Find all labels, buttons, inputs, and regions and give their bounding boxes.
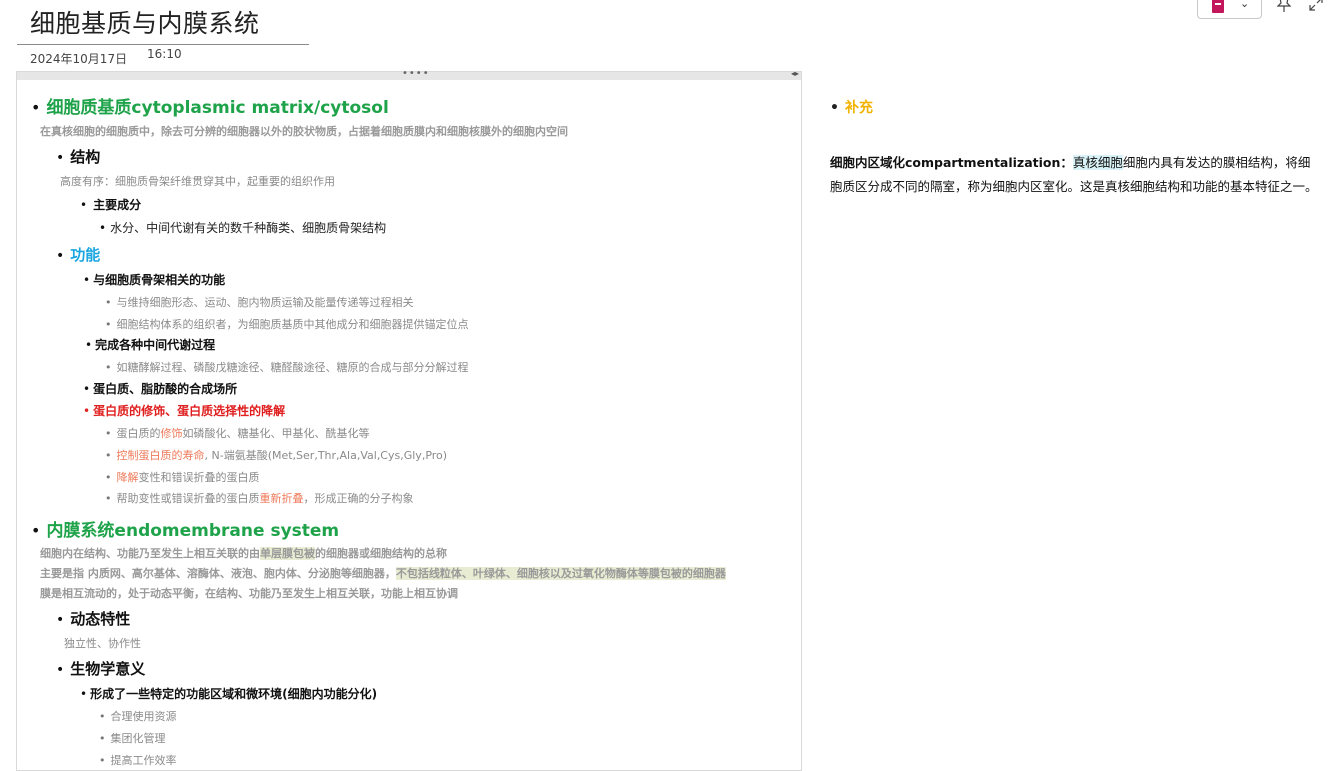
outline-func-synthesis[interactable]: • 蛋白质、脂肪酸的合成场所 (83, 380, 237, 397)
dynamic-description[interactable]: 独立性、协作性 (64, 635, 141, 651)
micro-item-2[interactable]: • 集团化管理 (99, 730, 166, 746)
side-paragraph[interactable]: 细胞内区域化compartmentalization：真核细胞细胞内具有发达的膜… (830, 151, 1320, 199)
side-term: 细胞内区域化compartmentalization： (830, 155, 1073, 170)
drag-grip-icon[interactable]: •••• (402, 68, 430, 79)
endo-description-1[interactable]: 细胞内在结构、功能乃至发生上相互关联的由单层膜包被的细胞器或细胞结构的总称 (40, 545, 447, 561)
side-highlight: 真核细胞 (1072, 155, 1123, 170)
outline-func-cytoskeleton[interactable]: • 与细胞质骨架相关的功能 (83, 271, 225, 288)
notebook-switcher-button[interactable]: ⌄ (1197, 0, 1262, 19)
expand-icon[interactable] (1309, 0, 1323, 15)
outline-dynamic[interactable]: • 动态特性 (56, 608, 130, 629)
outline-microenvironment[interactable]: • 形成了一些特定的功能区域和微环境(细胞内功能分化) (80, 685, 377, 702)
outline-container[interactable]: •••• ◂▸ • 细胞质基质cytoplasmic matrix/cytosol… (16, 68, 802, 771)
modify-item-1[interactable]: • 蛋白质的修饰如磷酸化、糖基化、甲基化、酰基化等 (105, 425, 370, 441)
components-item[interactable]: • 水分、中间代谢有关的数千种酶类、细胞质骨架结构 (99, 219, 386, 236)
func-metab-item-1[interactable]: • 如糖酵解过程、磷酸戊糖途径、糖醛酸途径、糖原的合成与部分分解过程 (105, 359, 469, 375)
pin-icon[interactable] (1276, 0, 1292, 17)
endo-description-2[interactable]: 主要是指 内质网、高尔基体、溶酶体、液泡、胞内体、分泌胞等细胞器，不包括线粒体、… (40, 565, 726, 581)
outline-structure[interactable]: • 结构 (56, 146, 100, 167)
modify-item-4[interactable]: • 帮助变性或错误折叠的蛋白质重新折叠，形成正确的分子构象 (105, 490, 414, 506)
outline-func-modification[interactable]: • 蛋白质的修饰、蛋白质选择性的降解 (83, 402, 285, 419)
outline-func-metabolism[interactable]: • 完成各种中间代谢过程 (85, 336, 215, 353)
outline-bio-meaning[interactable]: • 生物学意义 (56, 658, 145, 679)
modify-item-2[interactable]: • 控制蛋白质的寿命, N-端氨基酸(Met,Ser,Thr,Ala,Val,Cy… (105, 447, 447, 463)
func-cyto-item-1[interactable]: • 与维持细胞形态、运动、胞内物质运输及能量传递等过程相关 (105, 294, 414, 310)
structure-description[interactable]: 高度有序：细胞质骨架纤维贯穿其中，起重要的组织作用 (60, 173, 335, 189)
outline-heading-endomembrane[interactable]: • 内膜系统endomembrane system (31, 516, 339, 541)
cytosol-description[interactable]: 在真核细胞的细胞质中，除去可分辨的细胞器以外的胶状物质，占据着细胞质膜内和细胞核… (40, 123, 568, 139)
func-cyto-item-2[interactable]: • 细胞结构体系的组织者，为细胞质基质中其他成分和细胞器提供锚定位点 (105, 316, 469, 332)
outline-main-components[interactable]: • 主要成分 (80, 196, 141, 213)
page-title[interactable]: 细胞基质与内膜系统 (30, 4, 260, 40)
outline-function[interactable]: • 功能 (56, 244, 100, 265)
page-date: 2024年10月17日 (30, 52, 128, 66)
chevron-down-icon: ⌄ (1240, 0, 1250, 10)
micro-item-1[interactable]: • 合理使用资源 (99, 708, 177, 724)
notebook-icon (1212, 0, 1224, 13)
outline-heading-cytosol[interactable]: • 细胞质基质cytoplasmic matrix/cytosol (31, 93, 389, 118)
page-time: 16:10 (147, 47, 182, 61)
container-drag-bar[interactable]: •••• ◂▸ (17, 68, 801, 80)
resize-handle-icon[interactable]: ◂▸ (791, 69, 799, 78)
modify-item-3[interactable]: • 降解变性和错误折叠的蛋白质 (105, 469, 260, 485)
micro-item-3[interactable]: • 提高工作效率 (99, 752, 177, 768)
title-divider (17, 44, 309, 45)
side-heading[interactable]: • 补充 (830, 97, 873, 117)
endo-description-3[interactable]: 膜是相互流动的，处于动态平衡，在结构、功能乃至发生上相互关联，功能上相互协调 (40, 585, 458, 601)
